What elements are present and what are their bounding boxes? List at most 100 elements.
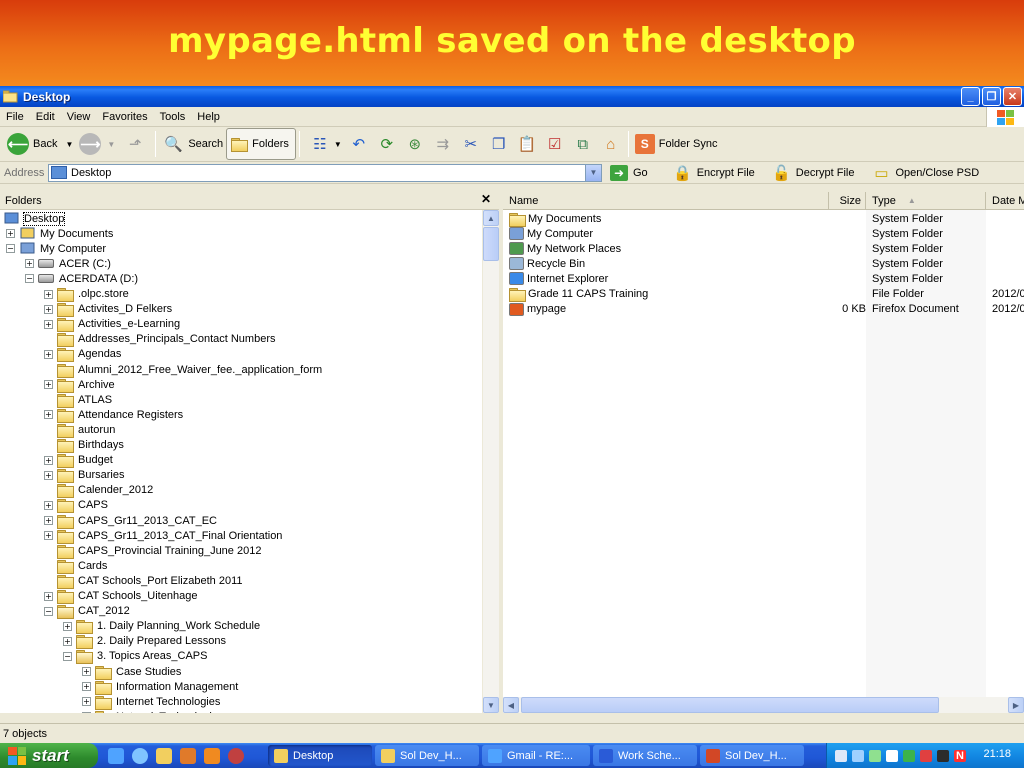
app-icon[interactable]	[228, 747, 244, 764]
expand-icon[interactable]: +	[44, 349, 53, 359]
safely-remove-icon[interactable]	[903, 749, 915, 762]
menu-view[interactable]: View	[61, 111, 97, 123]
tree-item[interactable]: + Activites_D Felkers	[44, 302, 172, 318]
restore-button[interactable]: ❐	[982, 87, 1001, 106]
file-row[interactable]: My Computer System Folder	[503, 226, 1024, 241]
menu-help[interactable]: Help	[191, 111, 226, 123]
expand-icon[interactable]: +	[63, 636, 72, 646]
move-icon[interactable]: ⇉	[432, 133, 454, 155]
tree-item[interactable]: + CAT Schools_Uitenhage	[44, 589, 197, 604]
go-button[interactable]: ➜ Go	[610, 164, 648, 181]
chevron-down-icon[interactable]: ▼	[585, 164, 601, 181]
folder-icon[interactable]	[156, 747, 172, 764]
expand-icon[interactable]: +	[82, 697, 91, 707]
undo-icon[interactable]: ↶	[348, 133, 370, 155]
taskbar-button[interactable]: Work Sche...	[593, 745, 697, 766]
expand-icon[interactable]: +	[44, 319, 53, 329]
title-bar[interactable]: Desktop _ ❐ ✕	[0, 86, 1024, 107]
tree-item[interactable]: autorun	[44, 422, 115, 438]
tree-item[interactable]: + Information Management	[82, 679, 238, 695]
tree-vertical-scrollbar[interactable]: ▲ ▼	[482, 210, 499, 713]
expand-icon[interactable]: +	[44, 289, 53, 299]
start-button[interactable]: start	[0, 743, 98, 768]
tree-item[interactable]: +2. Daily Prepared Lessons	[63, 634, 226, 650]
tree-item[interactable]: + Attendance Registers	[44, 407, 183, 423]
tree-item[interactable]: − 3. Topics Areas_CAPS	[63, 649, 207, 665]
column-name[interactable]: Name	[503, 191, 829, 210]
collapse-icon[interactable]: −	[44, 606, 53, 616]
folder-sync-button[interactable]: S Folder Sync	[632, 129, 721, 159]
app-n-icon[interactable]: N	[954, 749, 966, 762]
file-list-horizontal-scrollbar[interactable]: ◀ ▶	[503, 697, 1024, 713]
internet-explorer-icon[interactable]	[108, 747, 124, 764]
expand-icon[interactable]: +	[63, 621, 72, 631]
tree-item[interactable]: + Budget	[44, 453, 113, 469]
tree-item[interactable]: + Archive	[44, 377, 115, 393]
search-button[interactable]: 🔍 Search	[159, 129, 226, 159]
tree-item[interactable]: + Bursaries	[44, 468, 124, 484]
file-row[interactable]: Recycle Bin System Folder	[503, 256, 1024, 271]
menu-file[interactable]: File	[0, 111, 30, 123]
sync-icon[interactable]: ⊛	[404, 133, 426, 155]
menu-favorites[interactable]: Favorites	[96, 111, 153, 123]
expand-icon[interactable]: +	[82, 682, 91, 692]
expand-icon[interactable]: +	[82, 667, 91, 676]
taskbar-button[interactable]: Sol Dev_H...	[700, 745, 804, 766]
norton-icon[interactable]	[937, 749, 949, 762]
close-button[interactable]: ✕	[1003, 87, 1022, 106]
tree-item[interactable]: Calender_2012	[44, 483, 153, 499]
tree-item[interactable]: CAPS_Provincial Training_June 2012	[44, 543, 261, 559]
scroll-down-button[interactable]: ▼	[483, 697, 499, 713]
tree-item[interactable]: − ACERDATA (D:)	[25, 271, 138, 286]
close-pane-icon[interactable]: ✕	[481, 192, 491, 206]
expand-icon[interactable]: +	[44, 304, 53, 314]
scroll-right-button[interactable]: ▶	[1008, 697, 1024, 713]
tree-item[interactable]: + CAPS	[44, 498, 108, 514]
minimize-button[interactable]: _	[961, 87, 980, 106]
tree-item[interactable]: + CAPS_Gr11_2013_CAT_Final Orientation	[44, 528, 282, 544]
column-type[interactable]: Type ▲	[866, 191, 986, 210]
expand-icon[interactable]: +	[44, 410, 53, 420]
tree-item[interactable]: Cards	[44, 558, 107, 574]
network-icon[interactable]	[852, 749, 864, 762]
collapse-icon[interactable]: −	[63, 651, 72, 661]
menu-tools[interactable]: Tools	[154, 111, 192, 123]
media-player-icon[interactable]	[180, 747, 196, 764]
tree-item[interactable]: + Case Studies	[82, 664, 181, 680]
taskbar-button[interactable]: Sol Dev_H...	[375, 745, 479, 766]
expand-icon[interactable]: +	[44, 591, 53, 601]
refresh-icon[interactable]: ⟳	[376, 133, 398, 155]
address-input[interactable]: Desktop ▼	[48, 163, 602, 182]
collapse-icon[interactable]: −	[6, 244, 15, 254]
copy-icon[interactable]: ❐	[488, 133, 510, 155]
security-icon[interactable]	[920, 749, 932, 762]
tree-item[interactable]: + Activities_e-Learning	[44, 317, 180, 333]
tree-item[interactable]: Desktop	[3, 211, 66, 226]
expand-icon[interactable]: +	[44, 470, 53, 480]
tree-item[interactable]: Birthdays	[44, 438, 124, 453]
expand-icon[interactable]: +	[44, 516, 53, 525]
menu-edit[interactable]: Edit	[30, 111, 61, 123]
expand-icon[interactable]: +	[25, 259, 34, 269]
expand-icon[interactable]: +	[82, 712, 91, 713]
scroll-up-button[interactable]: ▲	[483, 210, 499, 226]
file-row[interactable]: Internet Explorer System Folder	[503, 271, 1024, 286]
up-button[interactable]: ⬏	[118, 129, 152, 159]
outlook-icon[interactable]	[204, 747, 220, 764]
cut-icon[interactable]: ✂	[460, 133, 482, 155]
column-date[interactable]: Date M	[986, 192, 1024, 210]
scroll-left-button[interactable]: ◀	[503, 697, 519, 713]
decrypt-file-button[interactable]: 🔓 Decrypt File	[771, 163, 854, 183]
chevron-down-icon[interactable]: ▼	[65, 140, 73, 149]
tree-item[interactable]: ATLAS	[44, 392, 112, 408]
tree-item[interactable]: − My Computer	[6, 241, 106, 256]
tree-item[interactable]: + My Documents	[6, 226, 113, 241]
encrypt-file-button[interactable]: 🔒 Encrypt File	[672, 163, 754, 183]
taskbar-button[interactable]: Desktop	[268, 745, 372, 766]
scroll-thumb[interactable]	[483, 227, 499, 261]
printer-icon[interactable]	[835, 749, 847, 762]
expand-icon[interactable]: +	[44, 380, 53, 390]
file-row[interactable]: My Documents System Folder	[503, 211, 1024, 227]
clock[interactable]: 21:18	[983, 748, 1011, 760]
column-size[interactable]: Size	[829, 191, 866, 210]
